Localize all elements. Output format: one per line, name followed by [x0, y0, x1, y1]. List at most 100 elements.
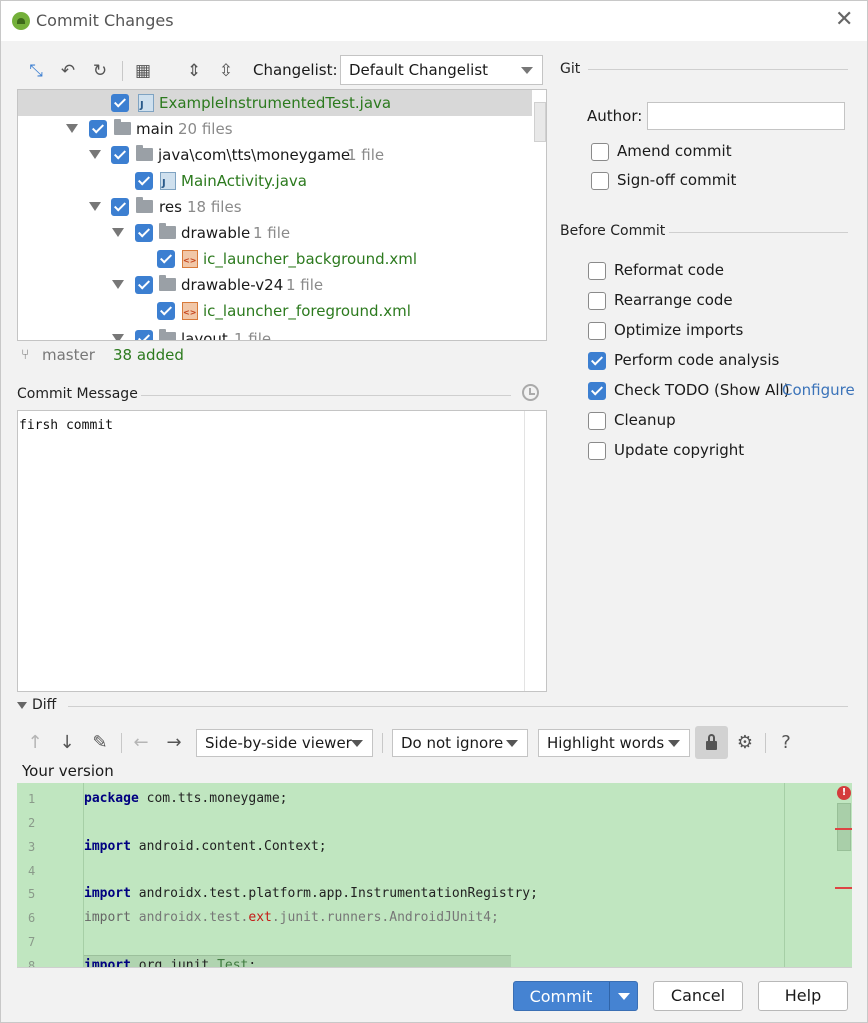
tree-row[interactable]: res 18 files — [18, 194, 532, 220]
commit-message-input[interactable] — [18, 411, 524, 691]
back-arrow-icon[interactable]: ← — [129, 731, 153, 755]
close-icon[interactable]: ✕ — [835, 9, 853, 31]
checkbox[interactable] — [588, 262, 606, 280]
collapse-all-icon[interactable]: ⇳ — [215, 60, 237, 82]
checkbox[interactable] — [588, 322, 606, 340]
checkbox[interactable] — [588, 352, 606, 370]
branch-name[interactable]: master — [42, 346, 95, 364]
tree-row[interactable]: ic_launcher_foreground.xml — [18, 298, 532, 324]
diff-editor[interactable]: 1 2 3 4 5 6 7 8 package com.tts.moneygam… — [17, 783, 852, 967]
expand-triangle-icon[interactable] — [89, 150, 101, 159]
tree-item-count: 1 file — [253, 224, 291, 242]
undo-icon[interactable]: ↶ — [57, 60, 79, 82]
commit-options-dropdown[interactable] — [618, 993, 630, 1000]
author-label: Author: — [587, 107, 643, 125]
tree-item-count: 1 file — [286, 276, 324, 294]
tree-row[interactable]: ic_launcher_background.xml — [18, 246, 532, 272]
tree-item-label: res — [159, 198, 182, 216]
tree-item-count: 20 files — [178, 120, 233, 138]
tree-row[interactable]: drawable 1 file — [18, 220, 532, 246]
collapse-icon[interactable]: ⤡ — [25, 60, 47, 82]
edit-icon[interactable]: ✎ — [88, 731, 112, 755]
checkbox[interactable] — [111, 94, 129, 112]
error-stripe-marker[interactable] — [835, 828, 852, 830]
tree-row[interactable]: layout 1 file — [18, 326, 532, 341]
toolbar-separator — [121, 733, 122, 753]
gear-icon[interactable]: ⚙ — [733, 731, 757, 755]
changes-tree[interactable]: ExampleInstrumentedTest.java main 20 fil… — [17, 89, 547, 341]
code-line: import androidx.test.ext.junit.runners.A… — [84, 910, 499, 925]
option-label: Sign-off commit — [617, 171, 737, 189]
tree-scrollbar[interactable] — [534, 102, 546, 142]
ignore-dropdown[interactable]: Do not ignore — [392, 729, 528, 757]
toolbar-separator — [765, 733, 766, 753]
title-bar: Commit Changes ✕ — [1, 1, 867, 41]
checkbox[interactable] — [135, 276, 153, 294]
tree-row[interactable]: java\com\tts\moneygame 1 file — [18, 142, 532, 168]
changelist-value: Default Changelist — [349, 61, 489, 79]
checkbox[interactable] — [135, 330, 153, 340]
changelist-dropdown[interactable]: Default Changelist — [340, 55, 543, 85]
next-change-icon[interactable]: ↓ — [55, 731, 79, 755]
error-stripe-marker[interactable] — [835, 887, 852, 889]
code-line: import org.junit.Test; — [84, 958, 257, 967]
highlight-dropdown[interactable]: Highlight words — [538, 729, 690, 757]
checkbox[interactable] — [89, 120, 107, 138]
chevron-down-icon — [668, 740, 680, 747]
tree-item-count: 18 files — [187, 198, 242, 216]
history-icon[interactable] — [522, 384, 539, 401]
cancel-button[interactable]: Cancel — [653, 981, 743, 1011]
line-number: 4 — [28, 864, 36, 878]
help-button[interactable]: Help — [758, 981, 848, 1011]
xml-file-icon — [182, 250, 198, 268]
forward-arrow-icon[interactable]: → — [162, 731, 186, 755]
group-icon[interactable]: ▦ — [132, 60, 154, 82]
checkbox[interactable] — [588, 442, 606, 460]
commit-button-label: Commit — [529, 987, 593, 1006]
tree-row[interactable]: ExampleInstrumentedTest.java — [18, 90, 532, 116]
expand-triangle-icon[interactable] — [89, 202, 101, 211]
checkbox[interactable] — [135, 172, 153, 190]
diff-collapse-icon[interactable] — [17, 702, 27, 709]
author-field[interactable] — [647, 102, 845, 130]
checkbox[interactable] — [157, 302, 175, 320]
checkbox[interactable] — [111, 198, 129, 216]
expand-triangle-icon[interactable] — [66, 124, 78, 133]
checkbox[interactable] — [591, 172, 609, 190]
section-divider — [588, 69, 848, 70]
expand-triangle-icon[interactable] — [112, 334, 124, 340]
checkbox[interactable] — [157, 250, 175, 268]
expand-triangle-icon[interactable] — [112, 280, 124, 289]
your-version-label: Your version — [22, 762, 114, 780]
lock-icon[interactable] — [695, 726, 728, 759]
refresh-icon[interactable]: ↻ — [89, 60, 111, 82]
toolbar-separator — [382, 733, 383, 753]
commit-button[interactable]: Commit — [513, 981, 638, 1011]
line-number: 1 — [28, 792, 36, 806]
configure-link[interactable]: Configure — [782, 381, 855, 399]
checkbox[interactable] — [588, 382, 606, 400]
tree-row[interactable]: MainActivity.java — [18, 168, 532, 194]
tree-item-label: layout — [181, 330, 228, 341]
option-label: Amend commit — [617, 142, 732, 160]
expand-all-icon[interactable]: ⇕ — [183, 60, 205, 82]
diff-scrollbar[interactable] — [837, 803, 851, 851]
chevron-down-icon — [351, 740, 363, 747]
error-icon[interactable]: ! — [837, 786, 851, 800]
checkbox[interactable] — [588, 412, 606, 430]
line-number: 2 — [28, 816, 36, 830]
checkbox[interactable] — [135, 224, 153, 242]
checkbox[interactable] — [588, 292, 606, 310]
commit-message-box[interactable] — [17, 410, 547, 692]
previous-change-icon[interactable]: ↑ — [23, 731, 47, 755]
help-icon[interactable]: ? — [774, 731, 798, 755]
highlight-value: Highlight words — [547, 734, 665, 752]
checkbox[interactable] — [591, 143, 609, 161]
folder-icon — [136, 197, 153, 213]
tree-row[interactable]: main 20 files — [18, 116, 532, 142]
checkbox[interactable] — [111, 146, 129, 164]
viewer-dropdown[interactable]: Side-by-side viewer — [196, 729, 373, 757]
option-label: Optimize imports — [614, 321, 744, 339]
expand-triangle-icon[interactable] — [112, 228, 124, 237]
tree-row[interactable]: drawable-v24 1 file — [18, 272, 532, 298]
